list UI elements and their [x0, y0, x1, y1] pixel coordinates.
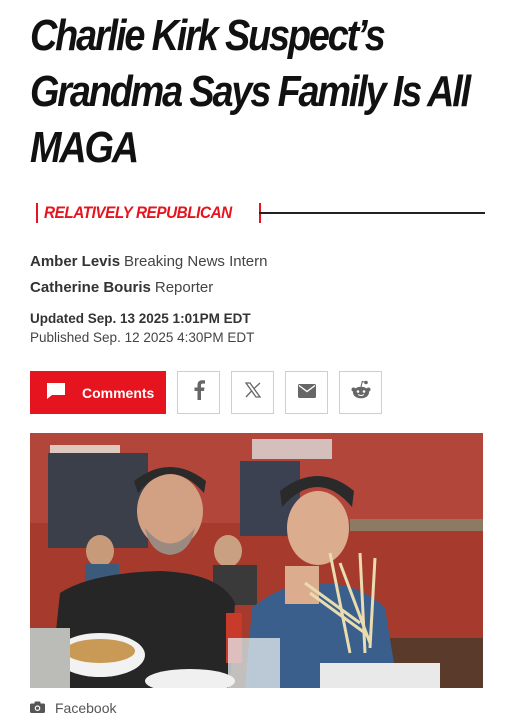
reddit-icon	[350, 380, 372, 406]
vertical-bar-left	[36, 203, 38, 223]
author-line: Amber Levis Breaking News Intern	[30, 253, 267, 270]
facebook-icon	[193, 379, 205, 406]
vertical-row: RELATIVELY REPUBLICAN	[30, 200, 485, 226]
photo-illustration	[30, 433, 483, 688]
author-name[interactable]: Catherine Bouris	[30, 279, 151, 296]
author-role: Breaking News Intern	[124, 253, 268, 270]
share-email-button[interactable]	[285, 371, 328, 414]
headline-line-2: Grandma Says Family Is All	[30, 67, 471, 116]
share-facebook-button[interactable]	[177, 371, 220, 414]
email-icon	[297, 381, 316, 404]
author-line: Catherine Bouris Reporter	[30, 279, 213, 296]
share-reddit-button[interactable]	[339, 371, 382, 414]
published-timestamp: Published Sep. 12 2025 4:30PM EDT	[30, 330, 255, 345]
author-name[interactable]: Amber Levis	[30, 253, 120, 270]
vertical-tag[interactable]: RELATIVELY REPUBLICAN	[30, 203, 267, 223]
x-icon	[244, 381, 261, 404]
vertical-label: RELATIVELY REPUBLICAN	[44, 203, 232, 222]
article-photo[interactable]	[30, 433, 483, 688]
share-toolbar: Comments	[30, 371, 382, 414]
camera-icon	[30, 700, 45, 716]
headline-line-3: MAGA	[30, 123, 139, 172]
comments-button[interactable]: Comments	[30, 371, 166, 414]
vertical-divider	[258, 212, 485, 214]
photo-caption: Facebook	[30, 700, 116, 716]
headline: Charlie Kirk Suspect’s Grandma Says Fami…	[30, 8, 494, 176]
share-x-button[interactable]	[231, 371, 274, 414]
comments-label: Comments	[82, 384, 155, 401]
author-role: Reporter	[154, 279, 214, 296]
photo-credit: Facebook	[55, 700, 117, 716]
comment-icon	[46, 382, 66, 403]
updated-timestamp: Updated Sep. 13 2025 1:01PM EDT	[30, 311, 251, 326]
headline-line-1: Charlie Kirk Suspect’s	[30, 11, 386, 60]
